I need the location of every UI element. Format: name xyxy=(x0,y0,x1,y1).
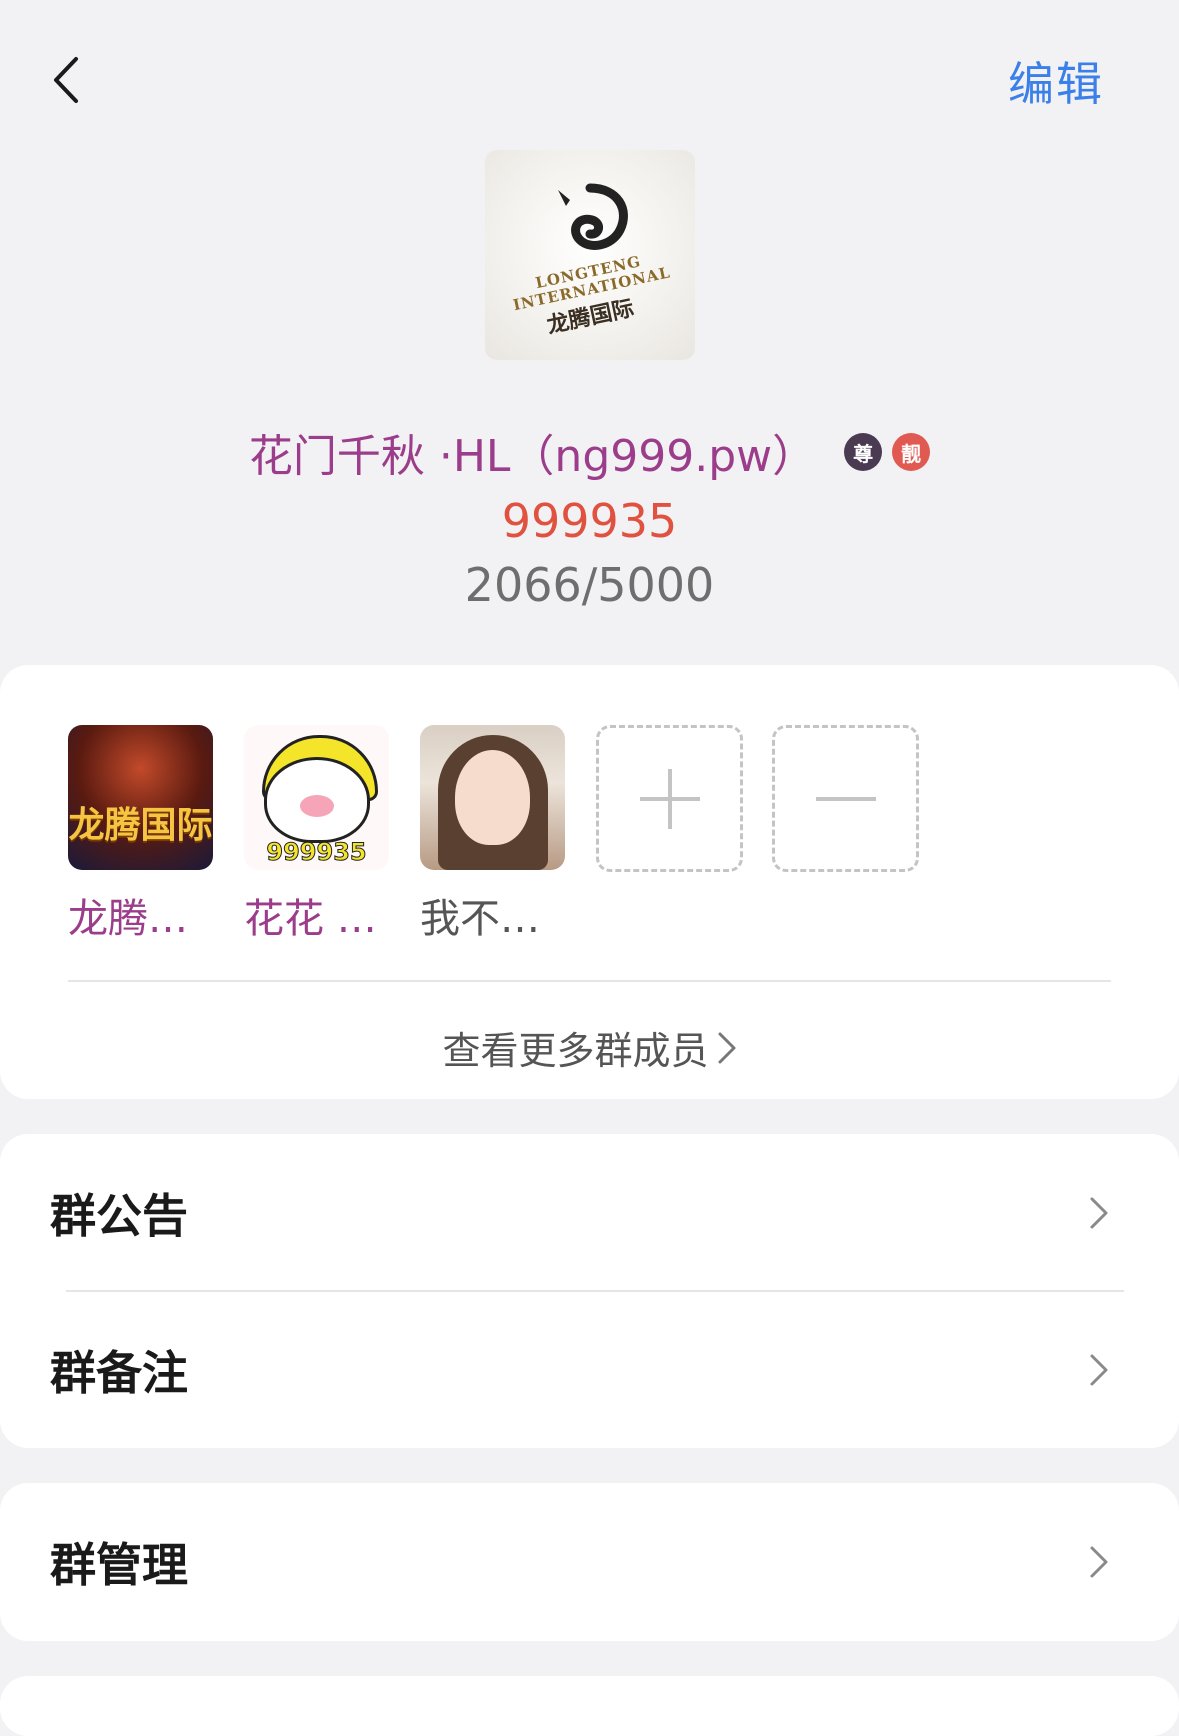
minus-icon xyxy=(815,796,876,801)
zun-badge-icon: 尊 xyxy=(844,433,883,471)
member-item[interactable]: 龙腾国际 龙腾… xyxy=(68,725,213,944)
member-name: 花花 … xyxy=(244,896,377,942)
member-item[interactable]: 我不… xyxy=(420,725,565,944)
member-avatar xyxy=(420,725,565,870)
pig-icon xyxy=(263,756,370,843)
menu-item-group-notice[interactable]: 群公告 xyxy=(0,1134,1179,1292)
add-member-button[interactable] xyxy=(596,725,743,944)
menu-item-group-remark[interactable]: 群备注 xyxy=(0,1291,1179,1449)
avatar-face xyxy=(455,750,530,845)
member-avatar-text: 龙腾国际 xyxy=(68,805,213,846)
menu-item-group-management[interactable]: 群管理 xyxy=(0,1483,1179,1641)
members-card: 龙腾国际 龙腾… 999935 花花 … 我不… 查看更多群成员 xyxy=(0,665,1179,1099)
menu-label: 群备注 xyxy=(50,1346,188,1400)
see-more-members-link[interactable]: 查看更多群成员 xyxy=(0,1020,1179,1075)
plus-icon xyxy=(639,768,700,829)
back-button[interactable] xyxy=(40,50,90,110)
member-name: 龙腾… xyxy=(68,896,188,942)
divider xyxy=(68,980,1111,982)
member-avatar: 龙腾国际 xyxy=(68,725,213,870)
remove-member-button[interactable] xyxy=(772,725,919,944)
group-avatar[interactable]: LONGTENG INTERNATIONAL 龙腾国际 xyxy=(485,150,695,360)
edit-button[interactable]: 编辑 xyxy=(1008,48,1104,114)
chevron-right-icon xyxy=(718,1032,735,1063)
member-avatar-text: 999935 xyxy=(266,838,367,867)
see-more-label: 查看更多群成员 xyxy=(442,1029,709,1073)
chevron-right-icon xyxy=(1090,1197,1108,1229)
chevron-right-icon xyxy=(1090,1354,1108,1386)
chevron-right-icon xyxy=(1090,1546,1108,1578)
group-id: 999935 xyxy=(501,494,678,548)
menu-card: 群公告 群备注 xyxy=(0,1134,1179,1448)
group-name: 花门千秋 ·HL（ng999.pw） xyxy=(248,431,817,482)
liang-badge-icon: 靓 xyxy=(892,433,931,471)
member-name: 我不… xyxy=(420,896,540,942)
member-count: 2066/5000 xyxy=(464,558,715,612)
menu-card-partial xyxy=(0,1676,1179,1736)
menu-label: 群管理 xyxy=(50,1538,188,1592)
header-bar: 编辑 xyxy=(0,0,1179,160)
group-name-row: 花门千秋 ·HL（ng999.pw） 尊 靓 xyxy=(0,420,1179,484)
member-avatar: 999935 xyxy=(244,725,389,870)
add-member-box[interactable] xyxy=(596,725,743,872)
menu-card: 群管理 xyxy=(0,1483,1179,1641)
chevron-left-icon xyxy=(54,57,78,103)
member-item[interactable]: 999935 花花 … xyxy=(244,725,389,944)
menu-label: 群公告 xyxy=(50,1189,188,1243)
remove-member-box[interactable] xyxy=(772,725,919,872)
members-row: 龙腾国际 龙腾… 999935 花花 … 我不… xyxy=(68,725,948,944)
